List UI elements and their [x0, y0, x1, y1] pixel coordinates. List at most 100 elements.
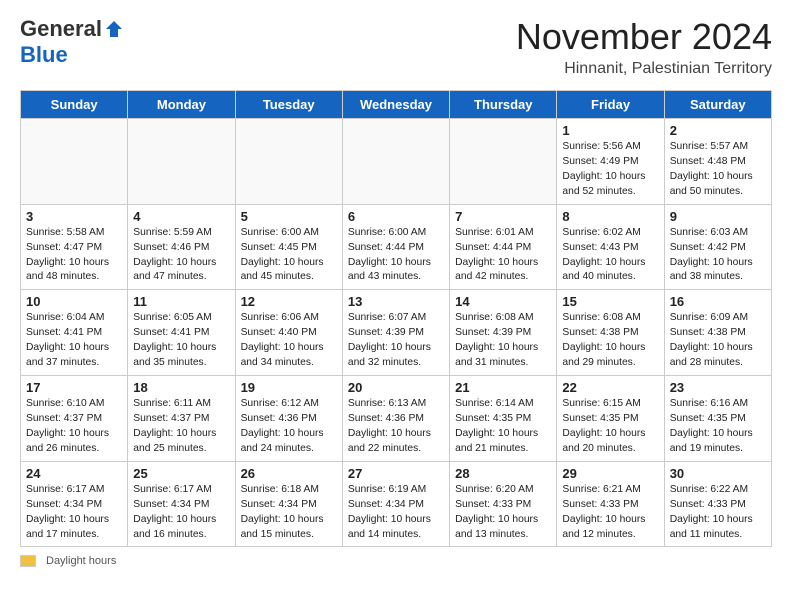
- day-info: Sunrise: 6:08 AM Sunset: 4:39 PM Dayligh…: [455, 311, 551, 371]
- weekday-header-sunday: Sunday: [21, 91, 128, 119]
- calendar-cell: 15 Sunrise: 6:08 AM Sunset: 4:38 PM Dayli…: [557, 290, 664, 376]
- logo: General Blue: [20, 16, 124, 68]
- day-info: Sunrise: 5:58 AM Sunset: 4:47 PM Dayligh…: [26, 226, 122, 286]
- day-number: 16: [670, 294, 766, 309]
- calendar-cell: 7 Sunrise: 6:01 AM Sunset: 4:44 PM Daylig…: [450, 204, 557, 290]
- day-info: Sunrise: 6:08 AM Sunset: 4:38 PM Dayligh…: [562, 311, 658, 371]
- footer: Daylight hours: [20, 555, 772, 567]
- calendar-cell: 22Sunrise: 6:15 AM Sunset: 4:35 PM Dayli…: [557, 376, 664, 462]
- day-number: 26: [241, 466, 337, 481]
- day-number: 2: [670, 123, 766, 138]
- day-info: Sunrise: 6:17 AM Sunset: 4:34 PM Dayligh…: [133, 483, 229, 543]
- calendar-cell: 25 Sunrise: 6:17 AM Sunset: 4:34 PM Dayli…: [128, 461, 235, 547]
- day-number: 8: [562, 209, 658, 224]
- day-number: 3: [26, 209, 122, 224]
- day-info: Sunrise: 6:16 AM Sunset: 4:35 PM Dayligh…: [670, 397, 766, 457]
- day-info: Sunrise: 6:06 AM Sunset: 4:40 PM Dayligh…: [241, 311, 337, 371]
- day-number: 24: [26, 466, 122, 481]
- day-number: 15: [562, 294, 658, 309]
- calendar-cell: 6 Sunrise: 6:00 AM Sunset: 4:44 PM Daylig…: [342, 204, 449, 290]
- day-number: 7: [455, 209, 551, 224]
- calendar-cell: 10 Sunrise: 6:04 AM Sunset: 4:41 PM Dayli…: [21, 290, 128, 376]
- weekday-header-thursday: Thursday: [450, 91, 557, 119]
- day-info: Sunrise: 6:07 AM Sunset: 4:39 PM Dayligh…: [348, 311, 444, 371]
- weekday-header-monday: Monday: [128, 91, 235, 119]
- logo-general-text: General: [20, 16, 102, 42]
- day-number: 30: [670, 466, 766, 481]
- day-number: 19: [241, 380, 337, 395]
- day-number: 10: [26, 294, 122, 309]
- day-info: Sunrise: 5:57 AM Sunset: 4:48 PM Dayligh…: [670, 140, 766, 200]
- day-number: 21: [455, 380, 551, 395]
- day-number: 4: [133, 209, 229, 224]
- day-number: 12: [241, 294, 337, 309]
- calendar-cell: 19 Sunrise: 6:12 AM Sunset: 4:36 PM Dayli…: [235, 376, 342, 462]
- day-number: 25: [133, 466, 229, 481]
- day-info: Sunrise: 6:19 AM Sunset: 4:34 PM Dayligh…: [348, 483, 444, 543]
- calendar-cell: 2 Sunrise: 5:57 AM Sunset: 4:48 PM Daylig…: [664, 119, 771, 205]
- day-info: Sunrise: 6:01 AM Sunset: 4:44 PM Dayligh…: [455, 226, 551, 286]
- day-info: Sunrise: 5:59 AM Sunset: 4:46 PM Dayligh…: [133, 226, 229, 286]
- calendar-cell: 14 Sunrise: 6:08 AM Sunset: 4:39 PM Dayli…: [450, 290, 557, 376]
- calendar-cell: 3 Sunrise: 5:58 AM Sunset: 4:47 PM Daylig…: [21, 204, 128, 290]
- day-number: 23: [670, 380, 766, 395]
- calendar-cell: [21, 119, 128, 205]
- day-info: Sunrise: 6:04 AM Sunset: 4:41 PM Dayligh…: [26, 311, 122, 371]
- day-info: Sunrise: 6:00 AM Sunset: 4:44 PM Dayligh…: [348, 226, 444, 286]
- day-number: 14: [455, 294, 551, 309]
- calendar-cell: 20 Sunrise: 6:13 AM Sunset: 4:36 PM Dayli…: [342, 376, 449, 462]
- day-info: Sunrise: 6:10 AM Sunset: 4:37 PM Dayligh…: [26, 397, 122, 457]
- calendar-cell: [235, 119, 342, 205]
- day-info: Sunrise: 5:56 AM Sunset: 4:49 PM Dayligh…: [562, 140, 658, 200]
- calendar-cell: 24 Sunrise: 6:17 AM Sunset: 4:34 PM Dayli…: [21, 461, 128, 547]
- calendar-cell: 23 Sunrise: 6:16 AM Sunset: 4:35 PM Dayli…: [664, 376, 771, 462]
- calendar-cell: 17 Sunrise: 6:10 AM Sunset: 4:37 PM Dayli…: [21, 376, 128, 462]
- weekday-header-wednesday: Wednesday: [342, 91, 449, 119]
- day-info: Sunrise: 6:17 AM Sunset: 4:34 PM Dayligh…: [26, 483, 122, 543]
- day-info: Sunrise: 6:13 AM Sunset: 4:36 PM Dayligh…: [348, 397, 444, 457]
- day-info: Sunrise: 6:12 AM Sunset: 4:36 PM Dayligh…: [241, 397, 337, 457]
- weekday-header-friday: Friday: [557, 91, 664, 119]
- calendar-cell: 5Sunrise: 6:00 AM Sunset: 4:45 PM Daylig…: [235, 204, 342, 290]
- title-block: November 2024 Hinnanit, Palestinian Terr…: [516, 16, 772, 78]
- day-info: Sunrise: 6:09 AM Sunset: 4:38 PM Dayligh…: [670, 311, 766, 371]
- day-number: 29: [562, 466, 658, 481]
- calendar-cell: [450, 119, 557, 205]
- calendar-cell: [342, 119, 449, 205]
- day-info: Sunrise: 6:21 AM Sunset: 4:33 PM Dayligh…: [562, 483, 658, 543]
- calendar-cell: 13 Sunrise: 6:07 AM Sunset: 4:39 PM Dayli…: [342, 290, 449, 376]
- weekday-header-saturday: Saturday: [664, 91, 771, 119]
- day-number: 20: [348, 380, 444, 395]
- day-info: Sunrise: 6:02 AM Sunset: 4:43 PM Dayligh…: [562, 226, 658, 286]
- calendar-cell: 21 Sunrise: 6:14 AM Sunset: 4:35 PM Dayli…: [450, 376, 557, 462]
- location: Hinnanit, Palestinian Territory: [516, 60, 772, 78]
- calendar-cell: 29 Sunrise: 6:21 AM Sunset: 4:33 PM Dayli…: [557, 461, 664, 547]
- page: General Blue November 2024 Hinnanit, Pal…: [0, 0, 792, 587]
- day-number: 17: [26, 380, 122, 395]
- calendar-cell: 4 Sunrise: 5:59 AM Sunset: 4:46 PM Daylig…: [128, 204, 235, 290]
- month-title: November 2024: [516, 16, 772, 58]
- day-number: 28: [455, 466, 551, 481]
- calendar-cell: 12 Sunrise: 6:06 AM Sunset: 4:40 PM Dayli…: [235, 290, 342, 376]
- day-info: Sunrise: 6:22 AM Sunset: 4:33 PM Dayligh…: [670, 483, 766, 543]
- weekday-header-tuesday: Tuesday: [235, 91, 342, 119]
- day-info: Sunrise: 6:18 AM Sunset: 4:34 PM Dayligh…: [241, 483, 337, 543]
- calendar-cell: 9 Sunrise: 6:03 AM Sunset: 4:42 PM Daylig…: [664, 204, 771, 290]
- calendar-cell: 18Sunrise: 6:11 AM Sunset: 4:37 PM Dayli…: [128, 376, 235, 462]
- header: General Blue November 2024 Hinnanit, Pal…: [20, 16, 772, 78]
- day-info: Sunrise: 6:20 AM Sunset: 4:33 PM Dayligh…: [455, 483, 551, 543]
- day-number: 9: [670, 209, 766, 224]
- day-number: 1: [562, 123, 658, 138]
- calendar-cell: 26 Sunrise: 6:18 AM Sunset: 4:34 PM Dayli…: [235, 461, 342, 547]
- day-info: Sunrise: 6:03 AM Sunset: 4:42 PM Dayligh…: [670, 226, 766, 286]
- logo-icon: [104, 19, 124, 39]
- day-number: 13: [348, 294, 444, 309]
- day-info: Sunrise: 6:11 AM Sunset: 4:37 PM Dayligh…: [133, 397, 229, 457]
- calendar-cell: 11Sunrise: 6:05 AM Sunset: 4:41 PM Dayli…: [128, 290, 235, 376]
- day-info: Sunrise: 6:15 AM Sunset: 4:35 PM Dayligh…: [562, 397, 658, 457]
- calendar-cell: 8 Sunrise: 6:02 AM Sunset: 4:43 PM Daylig…: [557, 204, 664, 290]
- day-number: 6: [348, 209, 444, 224]
- calendar-cell: 30 Sunrise: 6:22 AM Sunset: 4:33 PM Dayli…: [664, 461, 771, 547]
- day-info: Sunrise: 6:00 AM Sunset: 4:45 PM Dayligh…: [241, 226, 337, 286]
- day-info: Sunrise: 6:14 AM Sunset: 4:35 PM Dayligh…: [455, 397, 551, 457]
